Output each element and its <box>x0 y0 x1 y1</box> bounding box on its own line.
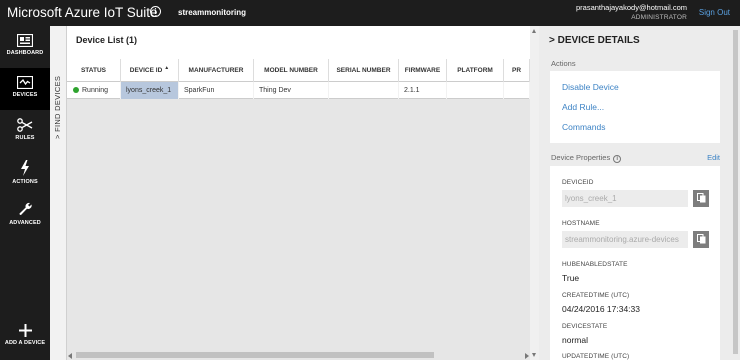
commands-link[interactable]: Commands <box>562 122 605 132</box>
find-devices-label: > FIND DEVICES <box>53 75 62 139</box>
cell-pr <box>504 82 530 99</box>
horizontal-scrollbar[interactable] <box>67 350 530 360</box>
column-header-serial-number[interactable]: SERIAL NUMBER <box>329 59 399 82</box>
device-list-pane: Device List (1) STATUS DEVICE ID ▲ MANUFA… <box>67 26 530 360</box>
prop-label-updatedtime: UPDATEDTIME (UTC) <box>562 353 630 360</box>
nav-item-rules[interactable]: RULES <box>0 110 50 152</box>
vertical-scrollbar[interactable] <box>530 26 539 360</box>
device-properties-box: DEVICEID lyons_creek_1 HOSTNAME streammo… <box>550 166 720 360</box>
scroll-down-icon[interactable] <box>532 353 536 357</box>
cell-firmware: 2.1.1 <box>399 82 447 99</box>
scroll-right-icon[interactable] <box>525 353 529 359</box>
nav-label-add-device: ADD A DEVICE <box>4 340 46 346</box>
column-header-device-id[interactable]: DEVICE ID ▲ <box>121 59 179 82</box>
chevron-right-icon: > <box>53 131 62 139</box>
prop-label-createdtime: CREATEDTIME (UTC) <box>562 292 630 299</box>
plus-icon <box>18 324 32 337</box>
nav-label-dashboard: DASHBOARD <box>6 50 44 56</box>
user-email: prasanthajayakody@hotmail.com <box>575 3 687 12</box>
prop-label-hubenabledstate: HUBENABLEDSTATE <box>562 261 628 268</box>
actions-box: Disable Device Add Rule... Commands <box>550 71 720 143</box>
nav-item-actions[interactable]: ACTIONS <box>0 152 50 194</box>
cell-platform <box>447 82 504 99</box>
copy-icon <box>696 234 705 244</box>
copy-device-id-button[interactable] <box>693 190 709 207</box>
find-devices-toggle[interactable]: > FIND DEVICES <box>50 26 67 360</box>
device-list-title: Device List (1) <box>76 35 138 45</box>
devices-icon <box>17 76 33 89</box>
cell-manufacturer: SparkFun <box>179 82 254 99</box>
nav-label-advanced: ADVANCED <box>9 220 41 226</box>
app-title: Microsoft Azure IoT Suite <box>7 5 158 20</box>
prop-value-createdtime: 04/24/2016 17:34:33 <box>562 304 640 314</box>
chevron-right-icon: > <box>549 35 558 46</box>
actions-section-label: Actions <box>551 59 576 68</box>
wrench-icon <box>18 202 32 216</box>
info-icon[interactable]: i <box>150 6 161 17</box>
hostname-field[interactable]: streammonitoring.azure-devices <box>562 231 688 248</box>
add-rule-link[interactable]: Add Rule... <box>562 102 604 112</box>
device-id-field[interactable]: lyons_creek_1 <box>562 190 688 207</box>
column-header-status[interactable]: STATUS <box>67 59 121 82</box>
nav-label-actions: ACTIONS <box>12 179 38 185</box>
scroll-left-icon[interactable] <box>68 353 72 359</box>
dashboard-icon <box>17 34 33 47</box>
edit-properties-link[interactable]: Edit <box>707 153 720 162</box>
solution-name: streammonitoring <box>178 8 247 17</box>
prop-label-deviceid: DEVICEID <box>562 179 594 186</box>
left-nav: DASHBOARD DEVICES RULES ACTIONS ADVANCED <box>0 26 50 360</box>
column-header-model-number[interactable]: MODEL NUMBER <box>254 59 329 82</box>
grid-header: STATUS DEVICE ID ▲ MANUFACTURER MODEL NUM… <box>67 59 530 82</box>
cell-status: Running <box>67 82 121 99</box>
column-header-platform[interactable]: PLATFORM <box>447 59 504 82</box>
cell-serial-number <box>329 82 399 99</box>
nav-item-devices[interactable]: DEVICES <box>0 68 50 110</box>
horizontal-scroll-thumb[interactable] <box>76 352 434 358</box>
nav-item-add-device[interactable]: ADD A DEVICE <box>0 316 50 358</box>
disable-device-link[interactable]: Disable Device <box>562 82 619 92</box>
table-row[interactable]: Running lyons_creek_1 SparkFun Thing Dev… <box>67 82 530 99</box>
cell-model-number: Thing Dev <box>254 82 329 99</box>
top-bar: Microsoft Azure IoT Suite i streammonito… <box>0 0 740 26</box>
device-grid: STATUS DEVICE ID ▲ MANUFACTURER MODEL NUM… <box>67 59 530 359</box>
prop-label-hostname: HOSTNAME <box>562 220 600 227</box>
status-running-dot <box>73 86 79 93</box>
nav-item-advanced[interactable]: ADVANCED <box>0 194 50 236</box>
column-header-pr[interactable]: PR <box>504 59 530 82</box>
rules-icon <box>17 118 33 132</box>
device-details-panel: > DEVICE DETAILS Actions Disable Device … <box>539 26 732 360</box>
copy-icon <box>696 193 705 203</box>
user-role: ADMINISTRATOR <box>631 14 687 21</box>
nav-label-devices: DEVICES <box>12 92 38 98</box>
device-properties-label: Device Properties i <box>551 153 622 163</box>
device-details-title[interactable]: > DEVICE DETAILS <box>549 35 640 46</box>
cell-device-id: lyons_creek_1 <box>121 82 179 99</box>
details-scrollbar[interactable] <box>732 26 740 360</box>
info-icon[interactable]: i <box>613 155 622 163</box>
scroll-up-icon[interactable] <box>532 29 536 33</box>
nav-item-dashboard[interactable]: DASHBOARD <box>0 26 50 68</box>
actions-icon <box>21 160 29 176</box>
prop-value-hubenabledstate: True <box>562 273 580 283</box>
copy-hostname-button[interactable] <box>693 231 709 248</box>
column-header-manufacturer[interactable]: MANUFACTURER <box>179 59 254 82</box>
sign-out-link[interactable]: Sign Out <box>699 8 730 17</box>
sort-ascending-icon: ▲ <box>164 65 170 71</box>
nav-label-rules: RULES <box>15 135 35 141</box>
prop-value-devicestate: normal <box>562 335 588 345</box>
details-scroll-thumb[interactable] <box>733 30 738 354</box>
column-header-firmware[interactable]: FIRMWARE <box>399 59 447 82</box>
prop-label-devicestate: DEVICESTATE <box>562 323 608 330</box>
